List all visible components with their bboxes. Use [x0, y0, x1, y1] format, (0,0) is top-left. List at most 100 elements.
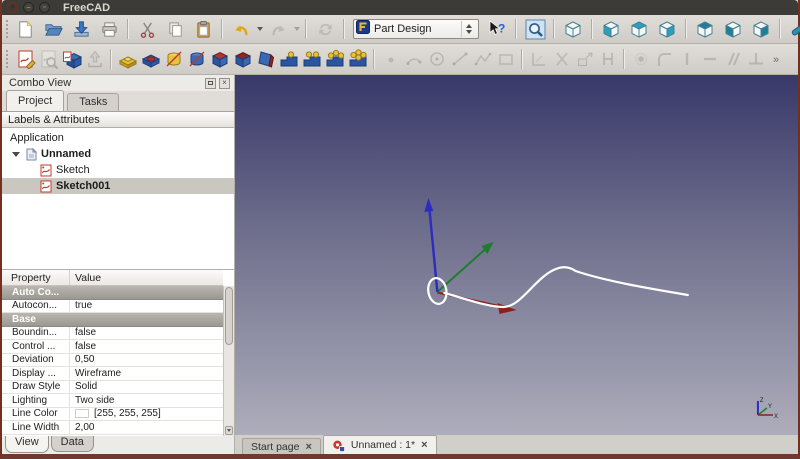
rear-view-button[interactable]	[691, 17, 719, 42]
toolbar-separator	[623, 49, 625, 69]
redo-dropdown-arrow-icon[interactable]	[292, 17, 301, 42]
property-scrollbar[interactable]	[223, 286, 234, 436]
constrain-perpendicular-button[interactable]	[744, 47, 767, 72]
mdi-tab-start-page[interactable]: Start page×	[242, 438, 321, 454]
create-circle-button[interactable]	[425, 47, 448, 72]
freecad-window: × – ▫ FreeCAD Part Design? » Combo View …	[0, 0, 800, 459]
chamfer-button[interactable]	[231, 47, 254, 72]
new-icon	[16, 20, 35, 39]
spinner-icon[interactable]	[461, 21, 476, 37]
toolbar-grip[interactable]	[6, 20, 8, 38]
fit-all-button[interactable]	[521, 17, 549, 42]
create-arc-button[interactable]	[402, 47, 425, 72]
scrollbar-thumb[interactable]	[225, 287, 233, 345]
create-line-button[interactable]	[448, 47, 471, 72]
edit-sketch-button[interactable]	[37, 47, 60, 72]
workbench-selector[interactable]: Part Design	[353, 19, 479, 39]
save-document-button[interactable]	[67, 17, 95, 42]
whats-this-button[interactable]: ?	[483, 17, 511, 42]
panel-close-button[interactable]: ×	[219, 78, 230, 89]
property-row[interactable]: Line Width2,00	[2, 421, 223, 435]
property-row[interactable]: Display ...Wireframe	[2, 367, 223, 381]
window-maximize-button[interactable]: ▫	[39, 2, 50, 13]
tab-view[interactable]: View	[5, 436, 49, 453]
paste-button[interactable]	[189, 17, 217, 42]
viewport-3d[interactable]: Z Y X	[235, 75, 798, 435]
front-view-button[interactable]	[597, 17, 625, 42]
constrain-vertical-button[interactable]	[675, 47, 698, 72]
groove-button[interactable]	[185, 47, 208, 72]
scroll-down-button[interactable]	[225, 426, 233, 435]
create-point-button[interactable]	[379, 47, 402, 72]
window-close-button[interactable]: ×	[7, 2, 18, 13]
toolbar-overflow-button[interactable]: »	[767, 47, 790, 72]
toolbar-separator	[127, 19, 129, 39]
refresh-button[interactable]	[311, 17, 339, 42]
mdi-tab-unnamed-1[interactable]: Unnamed : 1*×	[323, 435, 437, 454]
revolution-button[interactable]	[162, 47, 185, 72]
constrain-coincident-button[interactable]	[629, 47, 652, 72]
external-geometry-button[interactable]	[573, 47, 596, 72]
tree-item-sketch[interactable]: Sketch	[2, 162, 234, 178]
leave-sketch-button[interactable]	[83, 47, 106, 72]
property-row[interactable]: Draw StyleSolid	[2, 381, 223, 395]
toolbar-grip[interactable]	[6, 50, 11, 68]
draft-button[interactable]	[254, 47, 277, 72]
property-group-row[interactable]: Auto Co...	[2, 286, 223, 300]
expander-icon[interactable]	[12, 152, 20, 157]
property-row[interactable]: Autocon...true	[2, 300, 223, 314]
create-sketch-button[interactable]	[14, 47, 37, 72]
create-rectangle-button[interactable]	[494, 47, 517, 72]
tree-item-application[interactable]: Application	[2, 130, 234, 146]
titlebar[interactable]: × – ▫ FreeCAD	[2, 0, 798, 15]
property-row[interactable]: Line Color[255, 255, 255]	[2, 408, 223, 422]
sk-rect-icon	[496, 49, 516, 69]
tab-close-icon[interactable]: ×	[305, 441, 311, 453]
top-view-button[interactable]	[625, 17, 653, 42]
pocket-button[interactable]	[139, 47, 162, 72]
new-document-button[interactable]	[11, 17, 39, 42]
pad-button[interactable]	[116, 47, 139, 72]
redo-button[interactable]	[264, 17, 292, 42]
fillet-button[interactable]	[208, 47, 231, 72]
mirrored-button[interactable]	[277, 47, 300, 72]
cut-button[interactable]	[133, 17, 161, 42]
property-row[interactable]: Deviation0,50	[2, 354, 223, 368]
tree-item-document[interactable]: Unnamed	[2, 146, 234, 162]
property-group-row[interactable]: Base	[2, 313, 223, 327]
sketch-spline[interactable]	[444, 267, 687, 307]
axonometric-view-button[interactable]	[559, 17, 587, 42]
tab-data[interactable]: Data	[51, 436, 94, 452]
constrain-horizontal-button[interactable]	[698, 47, 721, 72]
create-polyline-button[interactable]	[471, 47, 494, 72]
property-row[interactable]: LightingTwo side	[2, 394, 223, 408]
print-button[interactable]	[95, 17, 123, 42]
open-document-button[interactable]	[39, 17, 67, 42]
carbon-copy-button[interactable]	[596, 47, 619, 72]
tree-item-sketch001[interactable]: Sketch001	[2, 178, 234, 194]
right-view-button[interactable]	[653, 17, 681, 42]
trim-edge-button[interactable]	[527, 47, 550, 72]
property-row[interactable]: Boundin...false	[2, 327, 223, 341]
map-sketch-to-face-button[interactable]	[60, 47, 83, 72]
extend-edge-button[interactable]	[550, 47, 573, 72]
multi-transform-button[interactable]	[346, 47, 369, 72]
measure-distance-button[interactable]	[785, 17, 800, 42]
viewport-column: Z Y X Start page×Unnamed : 1*×	[235, 75, 798, 454]
panel-float-button[interactable]	[205, 78, 216, 89]
window-minimize-button[interactable]: –	[23, 2, 34, 13]
undo-button[interactable]	[227, 17, 255, 42]
linear-pattern-button[interactable]	[300, 47, 323, 72]
left-view-button[interactable]	[747, 17, 775, 42]
copy-button[interactable]	[161, 17, 189, 42]
bottom-view-button[interactable]	[719, 17, 747, 42]
polar-pattern-button[interactable]	[323, 47, 346, 72]
constrain-parallel-button[interactable]	[721, 47, 744, 72]
undo-dropdown-arrow-icon[interactable]	[255, 17, 264, 42]
tab-close-icon[interactable]: ×	[421, 439, 427, 451]
tab-tasks[interactable]: Tasks	[67, 93, 119, 111]
combo-view-title: Combo View	[9, 77, 71, 89]
tab-project[interactable]: Project	[6, 90, 64, 111]
create-fillet-button[interactable]	[652, 47, 675, 72]
property-row[interactable]: Control ...false	[2, 340, 223, 354]
